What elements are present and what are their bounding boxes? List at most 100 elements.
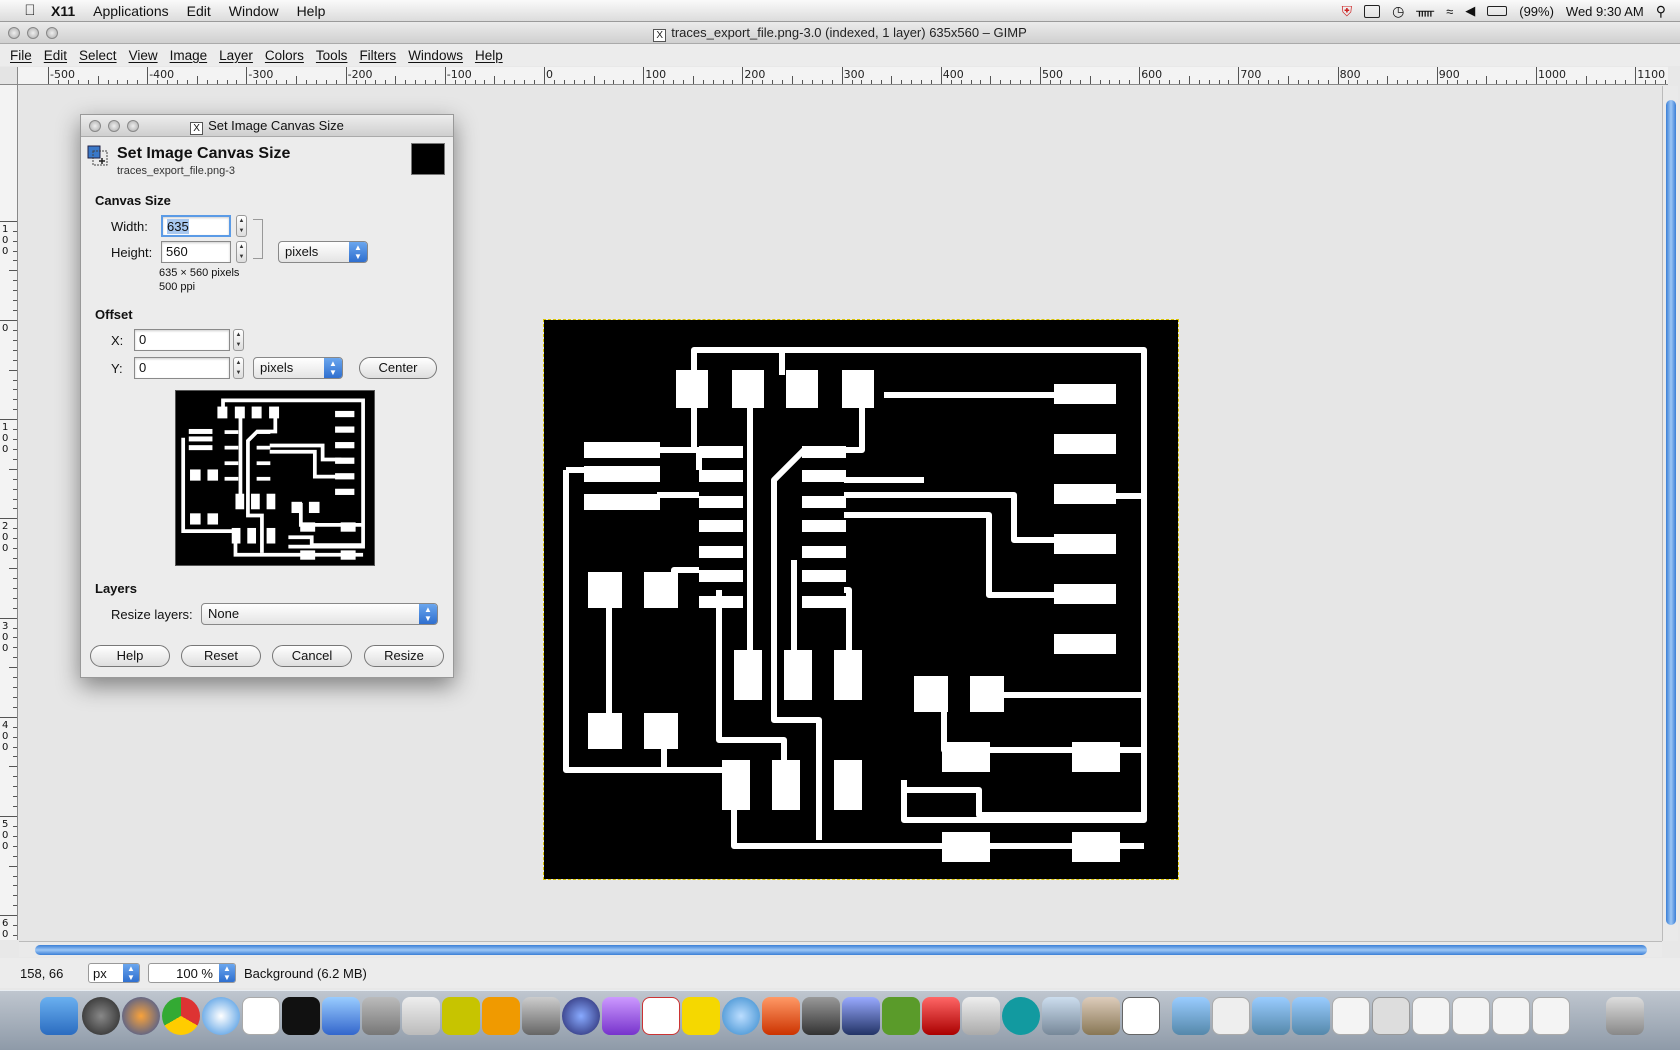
display-icon[interactable] [1364,4,1381,18]
gimp-menu-layer[interactable]: Layer [217,48,263,63]
gimp-menu-edit[interactable]: Edit [42,48,77,63]
menu-app-name[interactable]: X11 [42,3,84,19]
dreamweaver-icon[interactable] [882,997,920,1035]
app-icon[interactable] [1042,997,1080,1035]
x11-icon[interactable] [1122,997,1160,1035]
app-icon[interactable] [402,997,440,1035]
finder-icon[interactable] [40,997,78,1035]
app-icon[interactable] [602,997,640,1035]
folder-icon[interactable] [1252,997,1290,1035]
bluetooth-icon[interactable]: ᚅ [1416,3,1434,19]
document-icon[interactable] [1332,997,1370,1035]
volume-icon[interactable]: ◀ [1465,3,1475,19]
app-icon[interactable] [922,997,960,1035]
gimp-menu-help[interactable]: Help [473,48,513,63]
illustrator-icon[interactable] [482,997,520,1035]
offset-preview[interactable] [175,390,375,566]
app-icon[interactable] [522,997,560,1035]
gimp-menu-windows[interactable]: Windows [406,48,473,63]
x-offset-spinner[interactable]: ▲ ▼ [233,329,244,351]
app-icon[interactable] [762,997,800,1035]
width-spinner[interactable]: ▲ ▼ [236,215,247,237]
battery-icon[interactable] [1487,6,1508,16]
width-field[interactable]: 635 [161,215,231,237]
pdf-icon[interactable] [642,997,680,1035]
cancel-button[interactable]: Cancel [272,645,352,667]
horizontal-scrollbar[interactable] [19,941,1662,957]
gimp-menu-file[interactable]: File [8,48,42,63]
gimp-menu-filters[interactable]: Filters [357,48,406,63]
arduino-icon[interactable] [1002,997,1040,1035]
app-icon[interactable] [722,997,760,1035]
trash-icon[interactable] [1606,997,1644,1035]
chain-link-icon[interactable] [253,219,263,259]
ruler-corner[interactable] [0,67,18,85]
dashboard-icon[interactable] [82,997,120,1035]
vertical-ruler[interactable]: 1 0 0 0 1 0 0 2 0 0 3 0 0 4 0 0 5 0 0 6 0 0 [0,85,18,940]
pcb-traces-image[interactable] [543,319,1179,880]
center-button[interactable]: Center [359,357,437,379]
fireworks-icon[interactable] [442,997,480,1035]
unit-select[interactable]: px ▲ ▼ [88,963,140,983]
folder-icon[interactable] [1292,997,1330,1035]
resize-button[interactable]: Resize [364,645,444,667]
zoom-select[interactable]: 100 % ▲ ▼ [148,963,236,983]
document-icon[interactable] [1412,997,1450,1035]
terminal-icon[interactable] [282,997,320,1035]
horizontal-ruler[interactable]: -500 -400 -300 -200 -100 0 100 200 300 400 500 600 7… [18,67,1668,85]
document-icon[interactable] [1212,997,1250,1035]
app-icon[interactable] [802,997,840,1035]
gimp-menu-tools[interactable]: Tools [314,48,358,63]
shield-icon[interactable]: ⛨ [1342,3,1353,20]
document-icon[interactable] [1492,997,1530,1035]
x-offset-field[interactable]: 0 [134,329,230,351]
wifi-icon[interactable]: ≈ [1446,4,1453,19]
document-icon[interactable] [1452,997,1490,1035]
menu-help[interactable]: Help [288,3,335,19]
spotlight-icon[interactable]: ⚲ [1656,3,1666,20]
vertical-scrollbar[interactable] [1662,86,1678,941]
app-icon[interactable] [962,997,1000,1035]
height-field[interactable]: 560 [161,241,231,263]
height-spinner[interactable]: ▲ ▼ [236,241,247,263]
menu-applications[interactable]: Applications [84,3,178,19]
gimp-menu-image[interactable]: Image [168,48,218,63]
document-icon[interactable] [1532,997,1570,1035]
dialog-minimize-button[interactable] [108,120,120,132]
zoom-window-button[interactable] [46,27,58,39]
app-icon[interactable] [1082,997,1120,1035]
calendar-icon[interactable] [242,997,280,1035]
offset-unit-select[interactable]: pixels ▲ ▼ [253,357,343,379]
vertical-scroll-thumb[interactable] [1666,100,1676,925]
replicatorg-icon[interactable] [682,997,720,1035]
app-icon[interactable] [562,997,600,1035]
y-offset-spinner[interactable]: ▲ ▼ [233,357,244,379]
apple-icon[interactable]:  [18,2,42,19]
document-icon[interactable] [1372,997,1410,1035]
minimize-window-button[interactable] [27,27,39,39]
folder-icon[interactable] [1172,997,1210,1035]
y-offset-field[interactable]: 0 [134,357,230,379]
app-icon[interactable] [842,997,880,1035]
firefox-icon[interactable] [122,997,160,1035]
menu-window[interactable]: Window [220,3,288,19]
safari-icon[interactable] [202,997,240,1035]
gimp-menu-select[interactable]: Select [77,48,127,63]
gimp-menu-colors[interactable]: Colors [263,48,314,63]
clock[interactable]: Wed 9:30 AM [1566,4,1644,19]
close-window-button[interactable] [8,27,20,39]
dialog-titlebar[interactable]: X Set Image Canvas Size [81,115,453,137]
size-unit-select[interactable]: pixels ▲ ▼ [278,241,368,263]
app-icon[interactable] [322,997,360,1035]
dialog-zoom-button[interactable] [127,120,139,132]
chrome-icon[interactable] [162,997,200,1035]
app-icon[interactable] [362,997,400,1035]
resize-layers-select[interactable]: None ▲ ▼ [201,603,438,625]
time-machine-icon[interactable]: ◷ [1392,3,1404,20]
gimp-menu-view[interactable]: View [127,48,168,63]
help-button[interactable]: Help [90,645,170,667]
dialog-close-button[interactable] [89,120,101,132]
menu-edit[interactable]: Edit [178,3,220,19]
reset-button[interactable]: Reset [181,645,261,667]
horizontal-scroll-thumb[interactable] [35,945,1647,955]
